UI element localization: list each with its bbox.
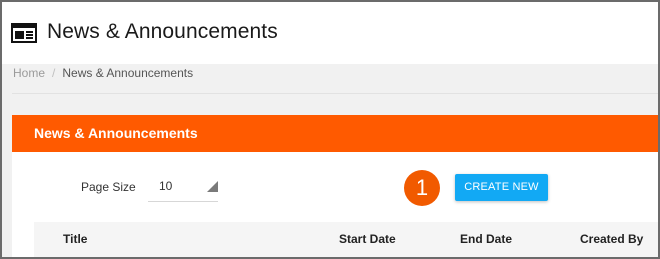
page-size-value: 10 [159,179,173,193]
column-header-end-date[interactable]: End Date [460,232,512,246]
column-header-start-date[interactable]: Start Date [339,232,396,246]
news-panel: News & Announcements Page Size 10 1 CREA… [12,115,658,257]
page-size-label: Page Size [81,180,136,194]
page-header: News & Announcements [2,2,658,64]
panel-header: News & Announcements [12,115,658,152]
column-header-created-by[interactable]: Created By [580,232,643,246]
breadcrumb-home-link[interactable]: Home [13,66,45,80]
column-header-title[interactable]: Title [63,232,87,246]
app-frame: News & Announcements Home / News & Announc… [0,0,660,259]
breadcrumb: Home / News & Announcements [13,66,193,80]
breadcrumb-separator: / [52,66,56,80]
create-new-button[interactable]: CREATE NEW [455,174,548,201]
breadcrumb-current: News & Announcements [62,66,194,80]
page-title: News & Announcements [47,20,278,43]
step-number-badge: 1 [404,170,440,206]
newspaper-icon [11,23,37,43]
dropdown-arrow-icon [207,181,218,192]
page-size-select[interactable]: 10 [148,173,218,202]
divider [12,93,658,94]
panel-title: News & Announcements [34,125,198,141]
